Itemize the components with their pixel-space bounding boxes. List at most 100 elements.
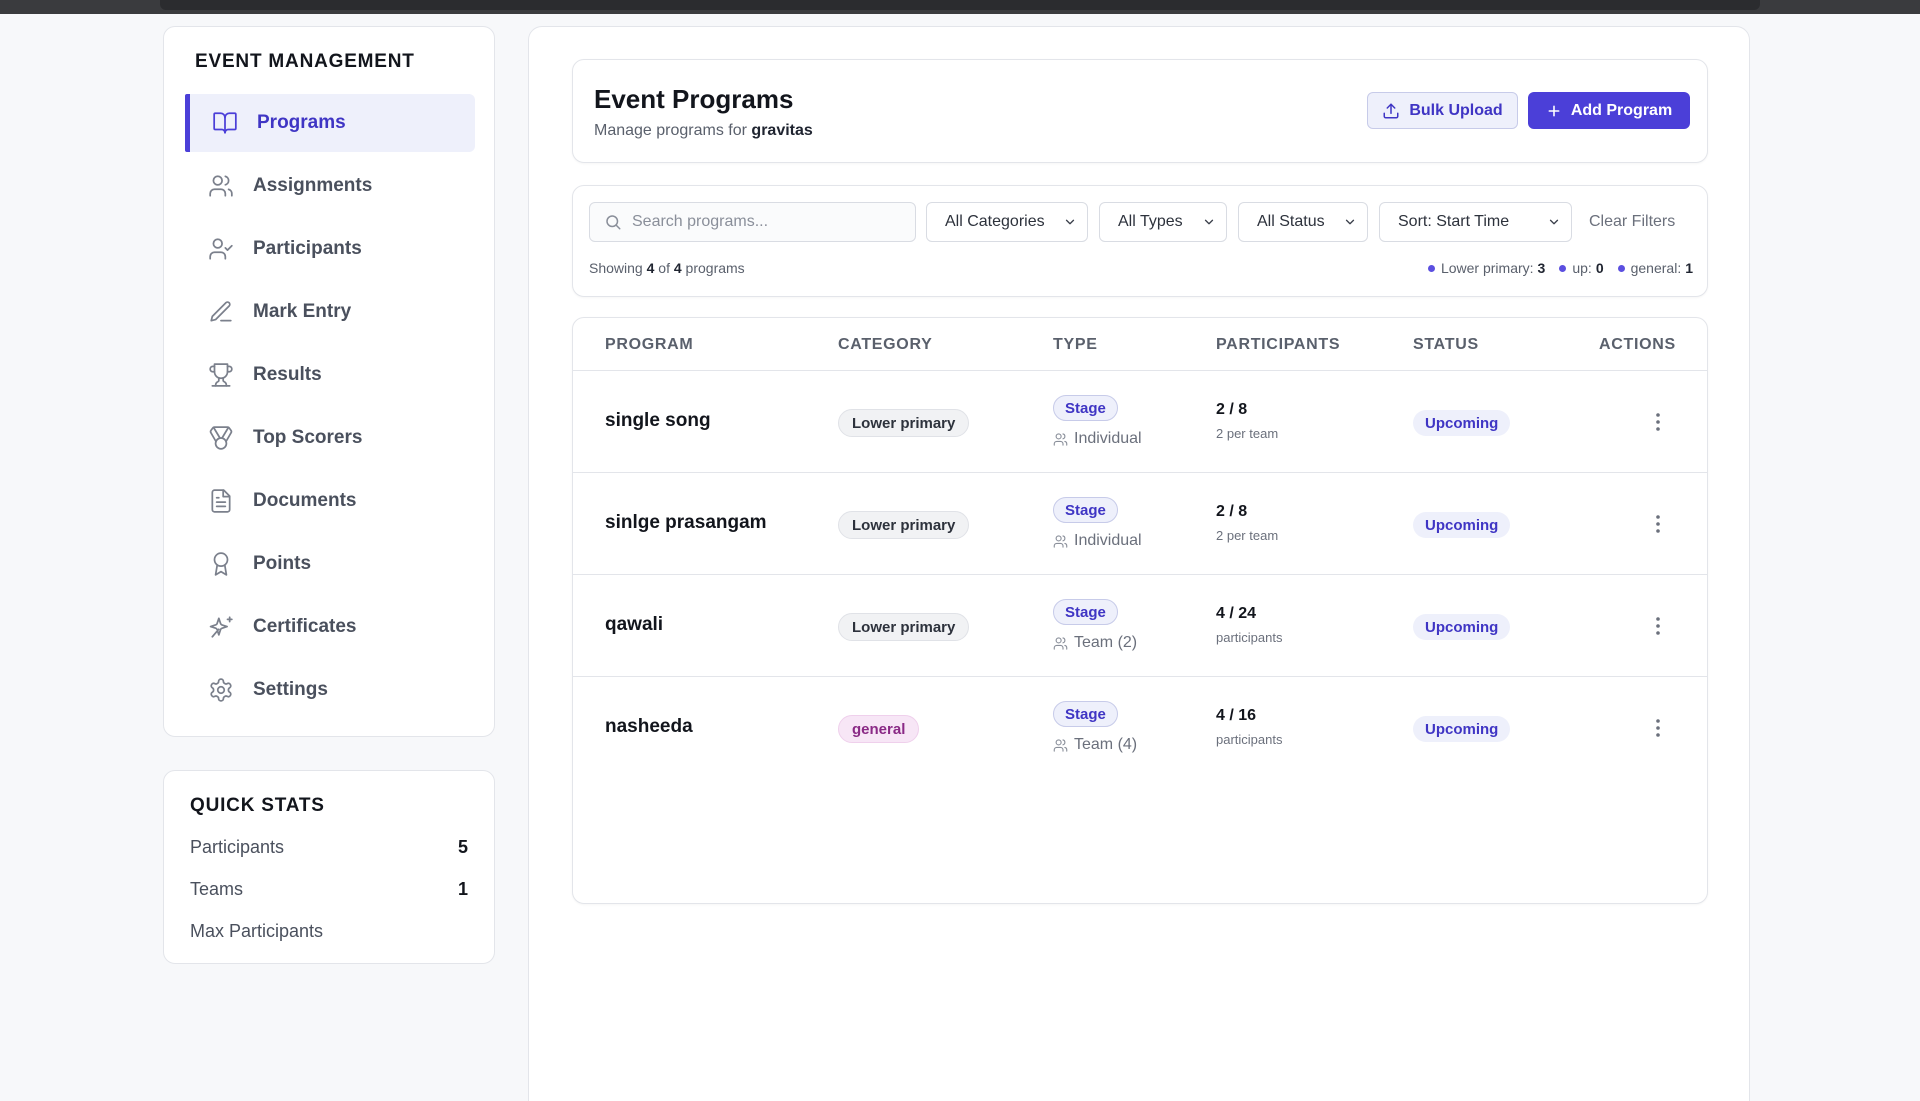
sidebar-item-documents[interactable]: Documents xyxy=(185,472,475,530)
bulk-upload-label: Bulk Upload xyxy=(1409,101,1503,119)
sidebar-nav: Programs Assignments Participants Mark E… xyxy=(185,94,475,724)
category-badge: Lower primary xyxy=(838,613,970,641)
type-badge: Stage xyxy=(1053,701,1118,727)
clear-filters-button[interactable]: Clear Filters xyxy=(1589,213,1675,231)
category-select[interactable]: All Categories xyxy=(926,202,1088,242)
filter-bar: All Categories All Types All Status Sort… xyxy=(572,185,1708,297)
legend-item: up: 0 xyxy=(1559,260,1604,276)
sidebar-item-certificates[interactable]: Certificates xyxy=(185,598,475,656)
participants-count: 4 / 16 xyxy=(1216,707,1257,724)
sidebar-item-label: Mark Entry xyxy=(253,301,352,322)
column-header-participants: PARTICIPANTS xyxy=(1216,336,1341,353)
program-name[interactable]: single song xyxy=(605,410,711,432)
sidebar-item-label: Top Scorers xyxy=(253,427,363,448)
sidebar-item-programs[interactable]: Programs xyxy=(185,94,475,152)
more-actions-icon[interactable] xyxy=(1643,407,1673,437)
table-row[interactable]: nasheeda general Stage Team (4) 4 / 16 p… xyxy=(573,677,1707,779)
showing-suffix: programs xyxy=(685,260,745,276)
type-select-value: All Types xyxy=(1118,213,1183,230)
sidebar-item-top-scorers[interactable]: Top Scorers xyxy=(185,409,475,467)
participants-note: participants xyxy=(1216,630,1283,645)
table-row[interactable]: sinlge prasangam Lower primary Stage Ind… xyxy=(573,473,1707,575)
sort-select-value: Sort: Start Time xyxy=(1398,213,1510,230)
program-name[interactable]: qawali xyxy=(605,614,663,636)
showing-count: 4 xyxy=(646,260,655,276)
sidebar-item-label: Settings xyxy=(253,679,328,700)
participants-count: 2 / 8 xyxy=(1216,503,1248,520)
category-badge: Lower primary xyxy=(838,511,970,539)
category-legend: Lower primary: 3 up: 0 general: 1 xyxy=(1414,260,1693,276)
users-icon xyxy=(1053,432,1068,447)
document-icon xyxy=(207,487,235,515)
column-header-actions: ACTIONS xyxy=(1599,336,1676,353)
type-detail: Individual xyxy=(1053,430,1142,448)
type-detail: Individual xyxy=(1053,532,1142,550)
sidebar-item-assignments[interactable]: Assignments xyxy=(185,157,475,215)
browser-top-strip xyxy=(160,0,1760,10)
legend-label: up: xyxy=(1572,260,1592,276)
participants-note: 2 per team xyxy=(1216,426,1279,441)
legend-dot xyxy=(1427,264,1435,272)
program-name[interactable]: sinlge prasangam xyxy=(605,512,767,534)
status-badge: Upcoming xyxy=(1413,716,1511,742)
sort-select[interactable]: Sort: Start Time xyxy=(1379,202,1572,242)
sidebar-item-participants[interactable]: Participants xyxy=(185,220,475,278)
table-row[interactable]: qawali Lower primary Stage Team (2) 4 / … xyxy=(573,575,1707,677)
users-icon xyxy=(207,172,235,200)
sidebar-item-label: Documents xyxy=(253,490,357,511)
participants-note: 2 per team xyxy=(1216,528,1279,543)
type-badge: Stage xyxy=(1053,599,1118,625)
add-program-button[interactable]: Add Program xyxy=(1528,92,1690,129)
stat-row-max-participants: Max Participants xyxy=(190,921,468,942)
program-name[interactable]: nasheeda xyxy=(605,716,693,738)
sidebar-heading: EVENT MANAGEMENT xyxy=(195,51,415,72)
chevron-down-icon xyxy=(1202,215,1216,229)
type-detail: Team (2) xyxy=(1053,634,1137,652)
chevron-down-icon xyxy=(1547,215,1561,229)
legend-item: general: 1 xyxy=(1617,260,1693,276)
status-select[interactable]: All Status xyxy=(1238,202,1368,242)
sidebar-item-label: Participants xyxy=(253,238,362,259)
showing-prefix: Showing xyxy=(589,260,643,276)
sidebar-item-label: Results xyxy=(253,364,322,385)
type-detail-label: Individual xyxy=(1074,532,1142,549)
browser-top-bar xyxy=(0,0,1920,14)
add-program-label: Add Program xyxy=(1570,101,1673,119)
legend-dot xyxy=(1559,264,1567,272)
type-select[interactable]: All Types xyxy=(1099,202,1227,242)
more-actions-icon[interactable] xyxy=(1643,509,1673,539)
sidebar-item-points[interactable]: Points xyxy=(185,535,475,593)
subtitle-prefix: Manage programs for xyxy=(594,122,747,139)
more-actions-icon[interactable] xyxy=(1643,713,1673,743)
sidebar-item-results[interactable]: Results xyxy=(185,346,475,404)
upload-icon xyxy=(1382,102,1400,120)
legend-label: Lower primary: xyxy=(1440,260,1534,276)
sidebar-item-settings[interactable]: Settings xyxy=(185,661,475,719)
search-input[interactable] xyxy=(632,213,892,231)
page-subtitle: Manage programs for gravitas xyxy=(594,122,813,140)
sidebar-item-label: Programs xyxy=(257,112,346,133)
column-header-program: PROGRAM xyxy=(605,336,694,353)
main-panel: Event Programs Manage programs for gravi… xyxy=(528,26,1750,1101)
type-detail-label: Team (2) xyxy=(1074,634,1138,651)
status-badge: Upcoming xyxy=(1413,512,1511,538)
bulk-upload-button[interactable]: Bulk Upload xyxy=(1367,92,1518,129)
sidebar-item-mark-entry[interactable]: Mark Entry xyxy=(185,283,475,341)
trophy-icon xyxy=(207,361,235,389)
search-box[interactable] xyxy=(589,202,916,242)
plus-icon xyxy=(1546,103,1562,119)
legend-label: general: xyxy=(1630,260,1682,276)
table-row[interactable]: single song Lower primary Stage Individu… xyxy=(573,371,1707,473)
category-badge: general xyxy=(838,715,920,743)
quick-stats-card: QUICK STATS Participants 5 Teams 1 Max P… xyxy=(163,770,495,964)
type-detail-label: Team (4) xyxy=(1074,736,1138,753)
category-badge: Lower primary xyxy=(838,409,970,437)
status-badge: Upcoming xyxy=(1413,614,1511,640)
page-title: Event Programs xyxy=(594,84,794,114)
showing-total: 4 xyxy=(673,260,682,276)
more-actions-icon[interactable] xyxy=(1643,611,1673,641)
user-check-icon xyxy=(207,235,235,263)
medal-icon xyxy=(207,424,235,452)
stat-value: 5 xyxy=(457,837,468,857)
type-badge: Stage xyxy=(1053,395,1118,421)
